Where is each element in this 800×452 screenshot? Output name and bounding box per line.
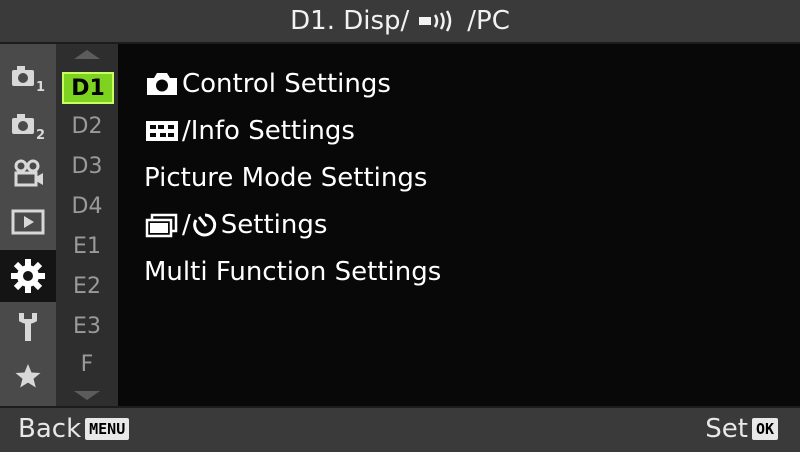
menu-item-picture-mode-settings[interactable]: Picture Mode Settings <box>144 156 427 200</box>
tab-d2[interactable]: D2 <box>60 106 114 146</box>
tab-d3[interactable]: D3 <box>60 146 114 186</box>
page-title-prefix: D1. Disp/ <box>290 6 410 36</box>
camera-icon <box>147 73 177 95</box>
menu-item-label: Picture Mode Settings <box>144 163 428 193</box>
menu-item-info-settings[interactable]: /Info Settings <box>144 109 355 153</box>
camera1-menu-icon[interactable]: 1 <box>0 54 56 102</box>
drive-mode-icon <box>145 213 178 238</box>
menu-item-control-settings[interactable]: Control Settings <box>144 62 391 106</box>
menu-item-label: /Info Settings <box>182 116 355 146</box>
camera2-menu-icon[interactable]: 2 <box>0 102 56 150</box>
ok-key-badge: OK <box>751 418 778 440</box>
wifi-signal-icon <box>417 10 459 32</box>
menu-item-label: Control Settings <box>182 69 391 99</box>
tab-e2[interactable]: E2 <box>60 266 114 306</box>
svg-text:2: 2 <box>36 128 45 143</box>
tab-f[interactable]: F <box>60 344 114 384</box>
tab-d4[interactable]: D4 <box>60 186 114 226</box>
svg-text:1: 1 <box>36 80 45 95</box>
my-menu-star-icon[interactable] <box>0 352 56 400</box>
set-button[interactable]: Set OK <box>705 414 778 444</box>
menu-item-drive-timer-settings[interactable]: / Settings <box>144 203 327 247</box>
scroll-up-arrow-icon[interactable] <box>74 50 100 59</box>
menu-item-label: / <box>182 210 191 240</box>
info-display-icon <box>146 121 178 141</box>
tab-e1[interactable]: E1 <box>60 226 114 266</box>
submenu-tab-column: D1 D2 D3 D4 E1 E2 E3 F <box>56 44 118 406</box>
set-label: Set <box>705 414 748 444</box>
menu-item-multi-function-settings[interactable]: Multi Function Settings <box>144 250 441 294</box>
tab-e3[interactable]: E3 <box>60 306 114 346</box>
scroll-down-arrow-icon[interactable] <box>74 391 100 400</box>
back-button[interactable]: Back MENU <box>18 414 130 444</box>
custom-menu-gear-icon[interactable] <box>0 250 56 302</box>
tab-d1[interactable]: D1 <box>62 72 114 104</box>
menu-item-label: Multi Function Settings <box>144 257 442 287</box>
title-bar: D1. Disp/ /PC <box>0 0 800 44</box>
footer-bar: Back MENU Set OK <box>0 406 800 452</box>
page-title-suffix: /PC <box>467 6 510 36</box>
setup-menu-wrench-icon[interactable] <box>0 302 56 350</box>
back-label: Back <box>18 414 82 444</box>
playback-menu-icon[interactable] <box>0 198 56 246</box>
menu-key-badge: MENU <box>85 418 130 440</box>
menu-category-sidebar: 1 2 <box>0 44 56 406</box>
self-timer-icon <box>192 213 216 237</box>
menu-item-suffix: Settings <box>220 210 328 240</box>
menu-list: Control Settings /Info Settings Picture … <box>118 44 800 406</box>
video-menu-icon[interactable] <box>0 150 56 198</box>
